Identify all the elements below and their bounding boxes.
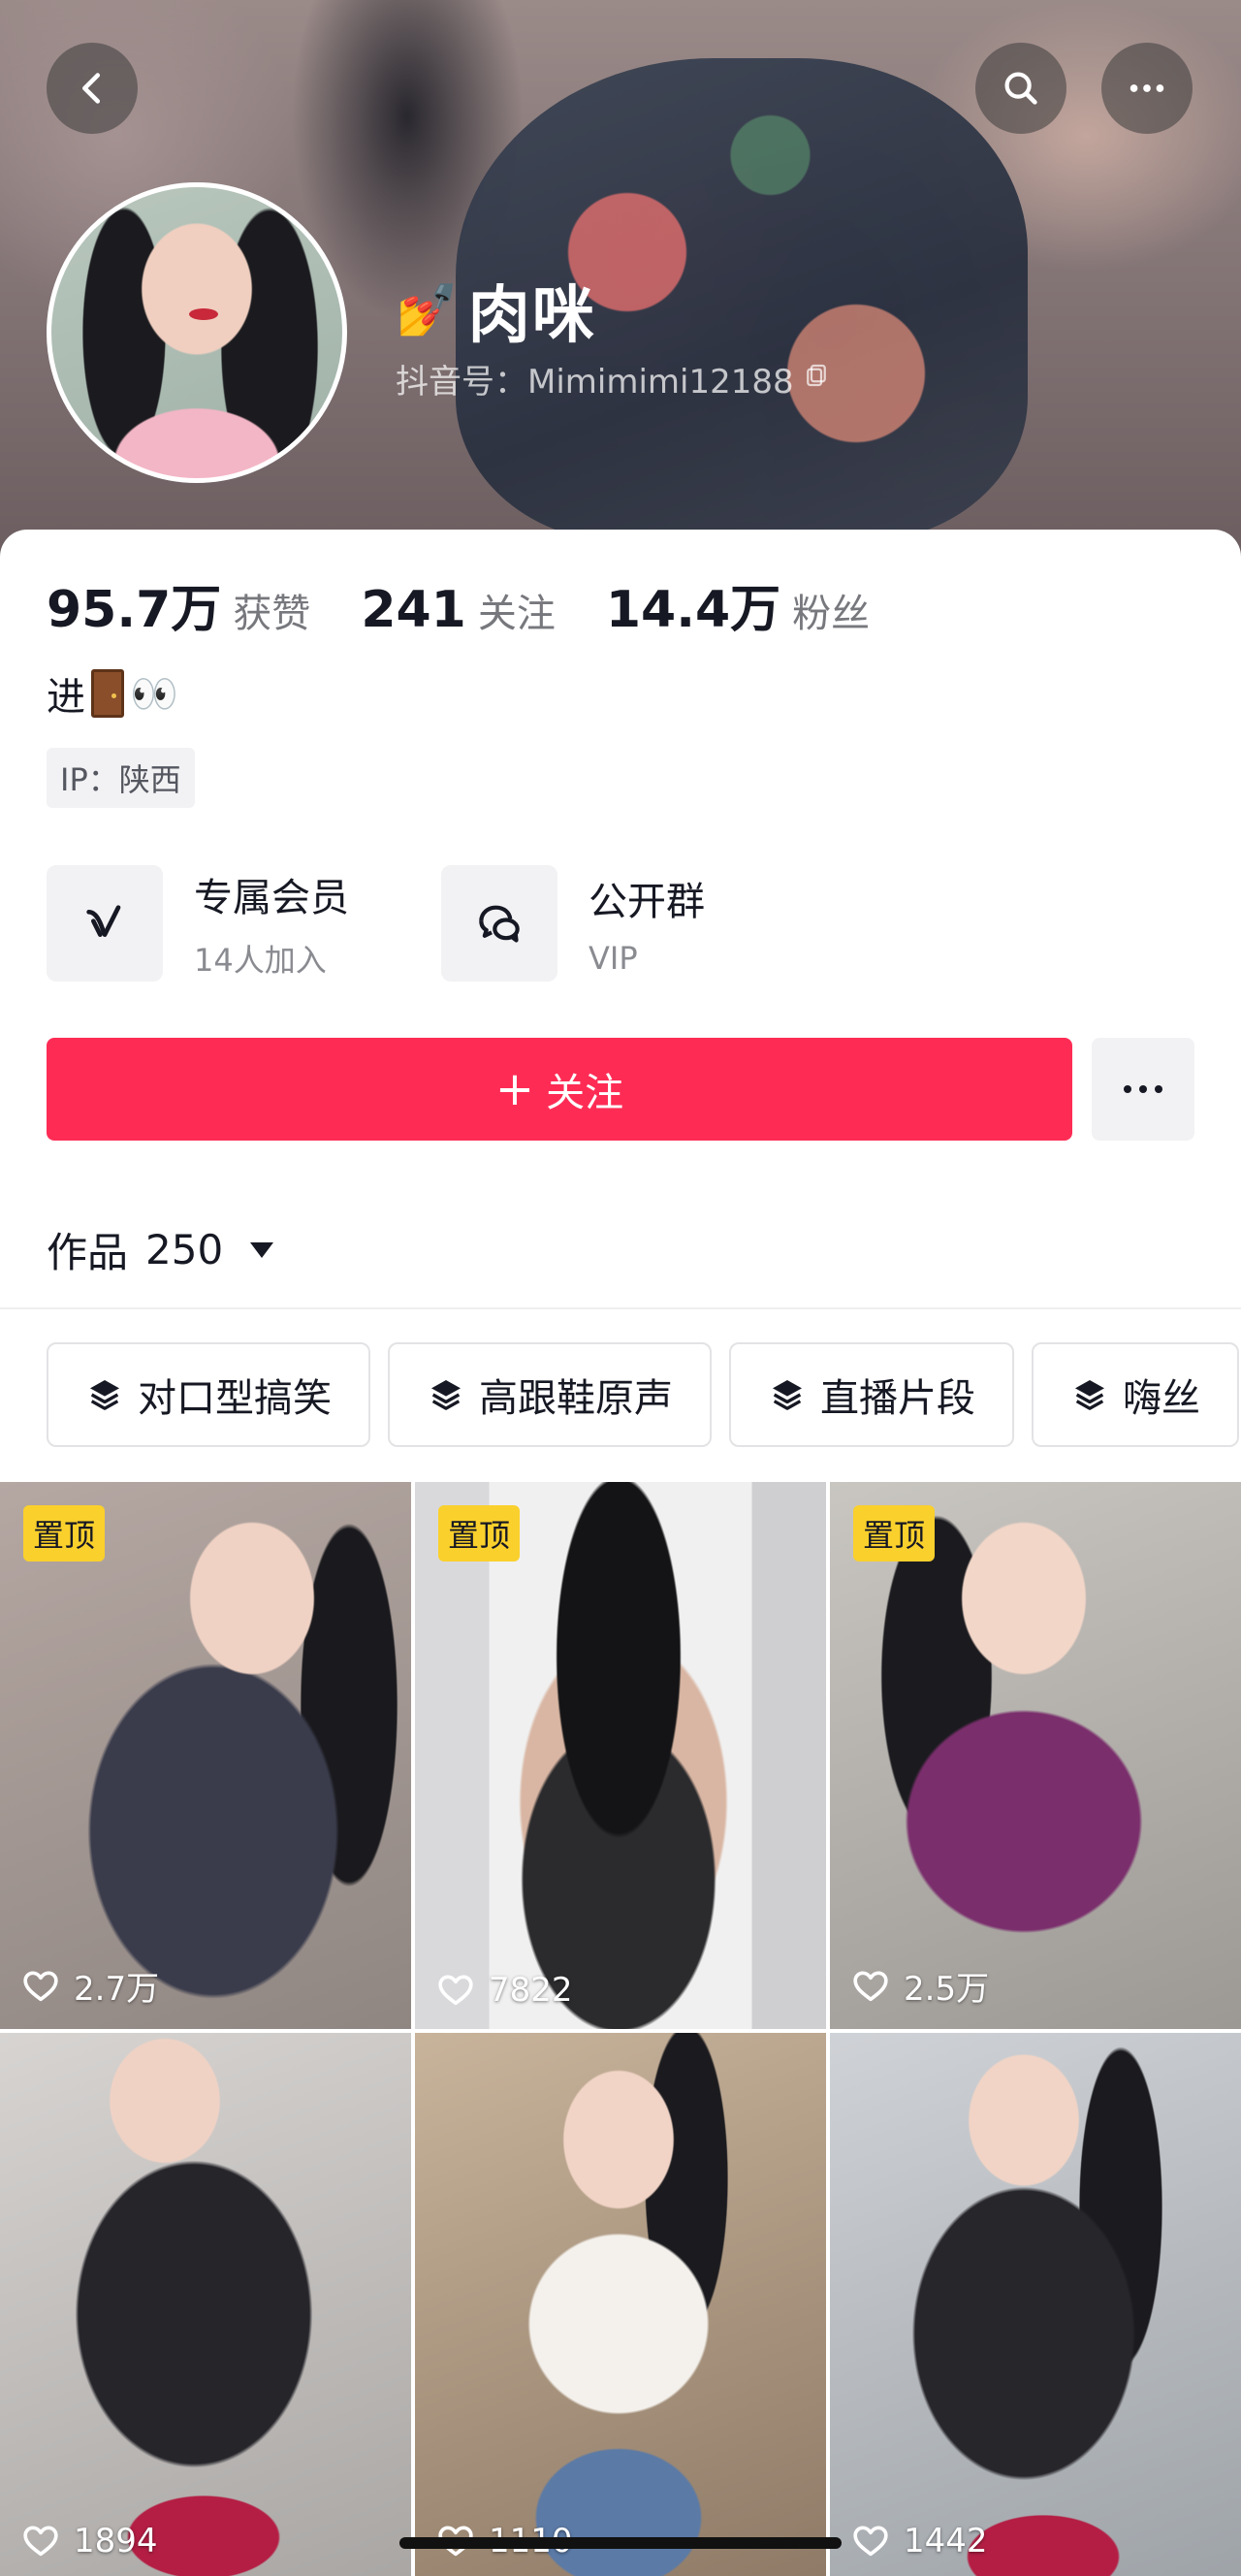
video-thumbnail[interactable]: 1894 <box>0 2033 411 2576</box>
works-tab[interactable]: 作品 250 <box>47 1220 274 1279</box>
chip-label: 高跟鞋原声 <box>479 1376 673 1421</box>
video-thumbnail[interactable]: 置顶 2.5万 <box>830 1482 1241 2029</box>
stat-likes[interactable]: 95.7万 获赞 <box>47 568 310 641</box>
video-thumbnail[interactable]: 置顶 2.7万 <box>0 1482 411 2029</box>
pinned-badge: 置顶 <box>853 1505 936 1562</box>
stat-following[interactable]: 241 关注 <box>361 581 556 639</box>
layers-icon <box>1075 1380 1104 1410</box>
follow-label: 关注 <box>546 1071 624 1115</box>
profile-name: 肉咪 <box>467 280 596 352</box>
heart-icon <box>853 1971 888 2001</box>
exclusive-membership[interactable]: 专属会员 14人加入 <box>47 865 349 982</box>
more-actions-button[interactable] <box>1092 1038 1194 1141</box>
like-count-text: 2.7万 <box>74 1970 160 2009</box>
heart-icon <box>853 2526 888 2557</box>
chip-label: 直播片段 <box>820 1376 975 1421</box>
video-cover-image <box>830 2033 1241 2576</box>
chevron-left-icon <box>82 73 101 104</box>
search-button[interactable] <box>975 43 1066 134</box>
pinned-badge: 置顶 <box>23 1505 106 1562</box>
like-count-text: 2.5万 <box>904 1970 990 2009</box>
vip-v-icon <box>47 865 163 982</box>
like-count: 1894 <box>21 2522 158 2560</box>
douyin-id[interactable]: 抖音号：Mimimimi12188 <box>396 355 831 402</box>
video-thumbnail[interactable]: 1442 <box>830 2033 1241 2576</box>
profile-name-row: 💅 肉咪 <box>396 266 596 355</box>
video-cover-image <box>0 1482 411 2029</box>
like-count: 1442 <box>851 2522 988 2560</box>
stat-number: 14.4万 <box>605 581 781 639</box>
feature-title: 公开群 <box>589 880 705 924</box>
avatar[interactable] <box>47 182 347 483</box>
video-cover-image <box>0 2033 411 2576</box>
back-button[interactable] <box>47 43 138 134</box>
search-icon <box>1004 72 1037 105</box>
video-cover-image <box>830 1482 1241 2029</box>
like-count-text: 1442 <box>904 2522 988 2560</box>
feature-subtitle: VIP <box>589 940 638 977</box>
name-emoji: 💅 <box>396 281 459 339</box>
like-count: 2.5万 <box>851 1962 989 2010</box>
like-count: 2.7万 <box>21 1962 159 2010</box>
chip-collection[interactable]: 直播片段 <box>729 1342 1014 1447</box>
eyes-emoji: 👀 <box>130 671 178 717</box>
copy-icon[interactable] <box>802 360 831 399</box>
follow-button[interactable]: + 关注 <box>47 1038 1072 1141</box>
like-count-text: 1894 <box>74 2522 158 2560</box>
ip-location-tag: IP：陕西 <box>47 748 195 808</box>
home-indicator[interactable] <box>399 2537 842 2549</box>
bio-text: 进 <box>47 675 85 720</box>
heart-icon <box>23 2526 58 2557</box>
public-group[interactable]: 公开群 VIP <box>441 865 705 982</box>
stat-followers[interactable]: 14.4万 粉丝 <box>606 568 870 641</box>
heart-icon <box>23 1971 58 2001</box>
chip-collection[interactable]: 嗨丝 <box>1032 1342 1239 1447</box>
works-label: 作品 <box>47 1229 129 1276</box>
plus-icon: + <box>494 1062 535 1116</box>
douyin-id-text: 抖音号：Mimimimi12188 <box>396 363 794 402</box>
works-count: 250 <box>145 1226 224 1273</box>
like-count-text: 7822 <box>489 1971 573 2010</box>
stat-label: 粉丝 <box>792 592 871 636</box>
chip-collection[interactable]: 对口型搞笑 <box>47 1342 370 1447</box>
caret-down-icon <box>250 1241 274 1258</box>
chip-label: 嗨丝 <box>1123 1376 1200 1421</box>
more-options-button[interactable] <box>1101 43 1193 134</box>
chip-label: 对口型搞笑 <box>138 1376 332 1421</box>
bio: 进 👀 <box>47 665 178 722</box>
stats-row: 95.7万 获赞 241 关注 14.4万 粉丝 <box>47 568 920 641</box>
video-grid: 置顶 2.7万 置顶 7822 置顶 2.5万 1894 1110 <box>0 1482 1241 2576</box>
divider <box>0 1307 1241 1309</box>
layers-icon <box>90 1380 119 1410</box>
more-horizontal-icon <box>1130 84 1164 92</box>
stat-number: 241 <box>361 581 466 639</box>
heart-icon <box>438 1975 473 2006</box>
chip-collection[interactable]: 高跟鞋原声 <box>388 1342 712 1447</box>
like-count: 7822 <box>436 1971 573 2010</box>
pinned-badge: 置顶 <box>438 1505 521 1562</box>
collection-chips: 对口型搞笑 高跟鞋原声 直播片段 嗨丝 <box>47 1342 1239 1447</box>
group-chat-icon <box>441 865 557 982</box>
video-thumbnail[interactable]: 1110 <box>415 2033 826 2576</box>
door-icon <box>91 669 124 718</box>
video-cover-image <box>415 2033 826 2576</box>
stat-label: 关注 <box>477 592 556 636</box>
stat-label: 获赞 <box>233 592 311 636</box>
feature-title: 专属会员 <box>194 876 349 920</box>
more-horizontal-icon <box>1124 1085 1162 1093</box>
stat-number: 95.7万 <box>47 581 222 639</box>
layers-icon <box>773 1380 802 1410</box>
layers-icon <box>431 1380 461 1410</box>
feature-subtitle: 14人加入 <box>194 942 327 979</box>
video-thumbnail[interactable]: 置顶 7822 <box>415 1482 826 2029</box>
video-cover-image <box>415 1482 826 2029</box>
